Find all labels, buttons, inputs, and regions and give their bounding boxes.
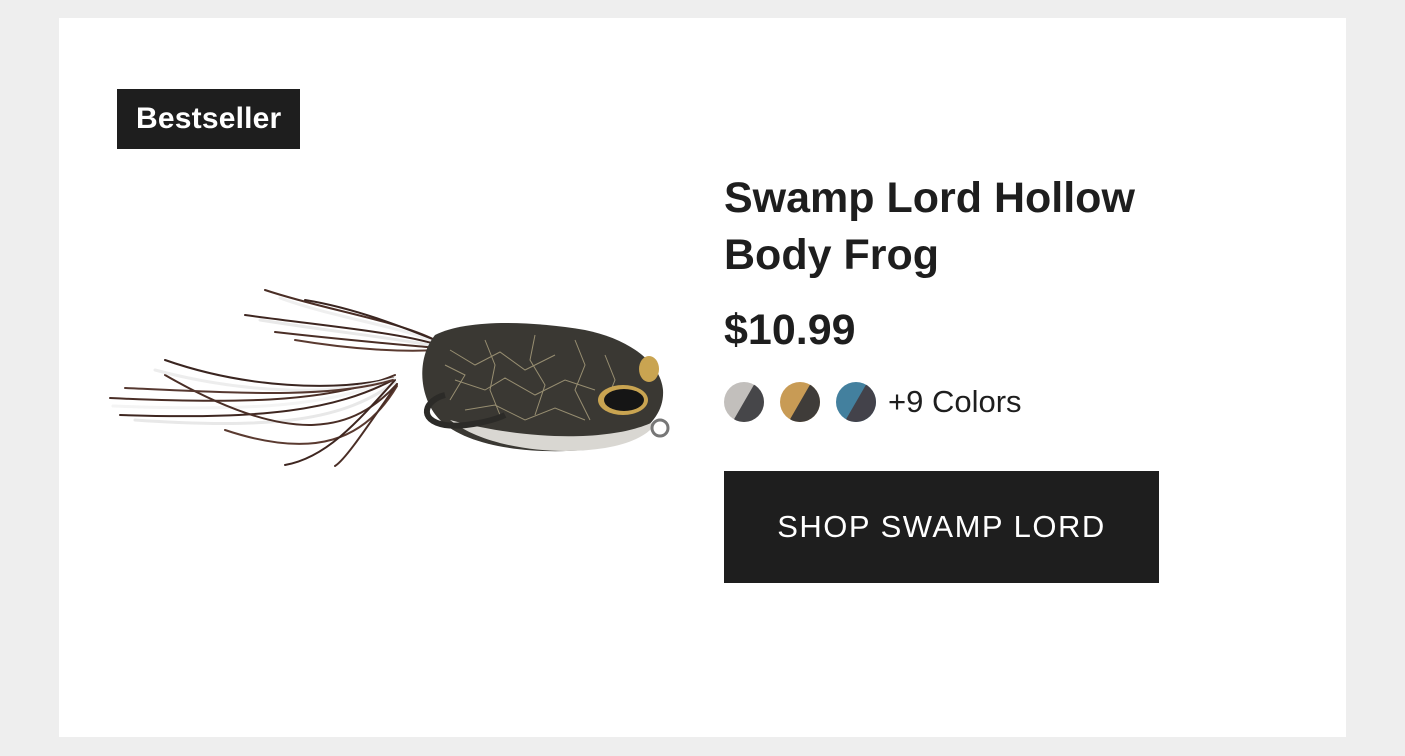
more-colors-label[interactable]: +9 Colors — [888, 381, 1022, 423]
product-price: $10.99 — [724, 306, 856, 354]
product-card: Bestseller Swamp Lord Hollow Body Frog $… — [59, 18, 1346, 737]
frog-lure-image — [109, 289, 670, 467]
product-info: Swamp Lord Hollow Body Frog $10.99 +9 Co… — [724, 170, 1204, 583]
badge-label: Bestseller — [136, 102, 282, 135]
color-swatch-tan[interactable] — [780, 382, 820, 422]
color-swatches: +9 Colors — [724, 381, 1204, 423]
shop-swamp-lord-button[interactable]: SHOP SWAMP LORD — [724, 471, 1159, 583]
color-swatch-gray[interactable] — [724, 382, 764, 422]
color-swatch-blue[interactable] — [836, 382, 876, 422]
product-title[interactable]: Swamp Lord Hollow Body Frog — [724, 170, 1204, 284]
bestseller-badge: Bestseller — [117, 89, 301, 149]
product-image[interactable] — [105, 280, 675, 470]
